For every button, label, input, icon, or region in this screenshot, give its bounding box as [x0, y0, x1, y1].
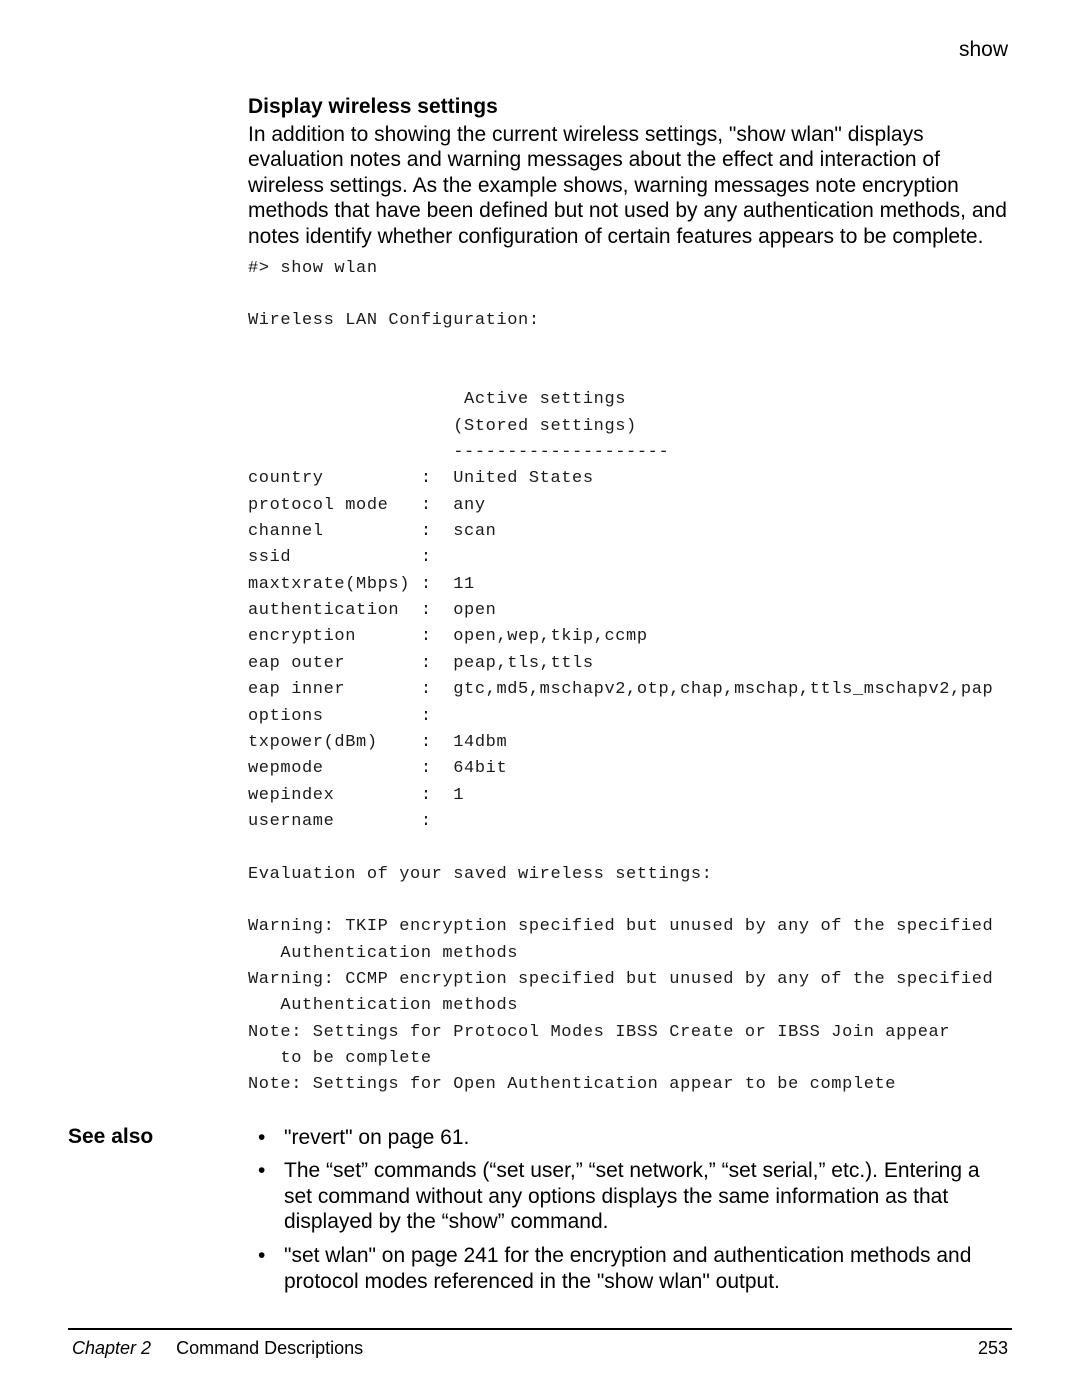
code-block-show-wlan: #> show wlan Wireless LAN Configuration:…: [248, 256, 1012, 1099]
page-footer: Chapter 2 Command Descriptions 253: [68, 1338, 1012, 1359]
footer-left: Chapter 2 Command Descriptions: [72, 1338, 363, 1359]
see-also-label: See also: [68, 1125, 248, 1149]
footer-rule: [68, 1328, 1012, 1330]
see-also-body: "revert" on page 61. The “set” commands …: [248, 1125, 1012, 1303]
footer-page-number: 253: [978, 1338, 1008, 1359]
section-paragraph: In addition to showing the current wirel…: [248, 122, 1012, 250]
footer-chapter-title: Command Descriptions: [176, 1338, 363, 1358]
see-also-list: "revert" on page 61. The “set” commands …: [248, 1125, 1012, 1295]
section-body: Display wireless settings In addition to…: [248, 94, 1012, 1119]
see-also-item: "revert" on page 61.: [248, 1125, 1012, 1151]
display-wireless-section: Display wireless settings In addition to…: [68, 94, 1012, 1119]
section-subheading: Display wireless settings: [248, 94, 1012, 120]
page-header-title: show: [68, 38, 1012, 62]
see-also-item: "set wlan" on page 241 for the encryptio…: [248, 1243, 1012, 1294]
see-also-section: See also "revert" on page 61. The “set” …: [68, 1125, 1012, 1303]
see-also-item: The “set” commands (“set user,” “set net…: [248, 1158, 1012, 1235]
footer-chapter-label: Chapter 2: [72, 1338, 151, 1358]
